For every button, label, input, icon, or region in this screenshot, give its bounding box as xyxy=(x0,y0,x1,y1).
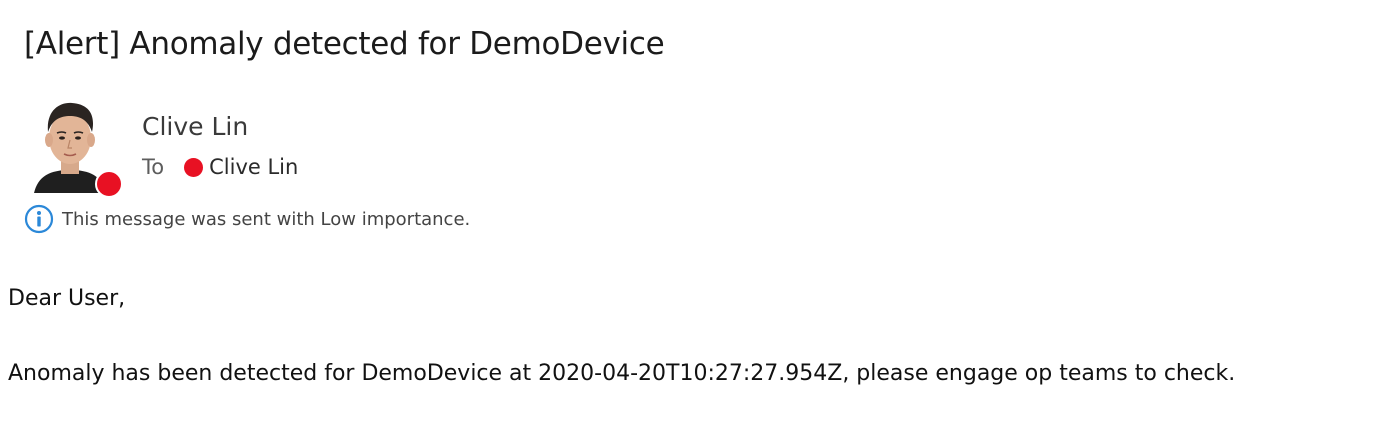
sender-name[interactable]: Clive Lin xyxy=(142,110,248,144)
email-body-message: Anomaly has been detected for DemoDevice… xyxy=(8,361,1236,386)
sender-presence-badge xyxy=(95,170,123,198)
recipient-presence-dot xyxy=(184,157,204,177)
recipient-name[interactable]: Clive Lin xyxy=(209,155,298,179)
importance-notice: This message was sent with Low importanc… xyxy=(24,202,470,236)
info-icon xyxy=(24,204,54,234)
recipients-row: To Clive Lin xyxy=(142,152,298,182)
email-subject: [Alert] Anomaly detected for DemoDevice xyxy=(24,26,665,62)
email-greeting: Dear User, xyxy=(8,286,126,311)
importance-notice-text: This message was sent with Low importanc… xyxy=(62,208,471,230)
to-label: To xyxy=(142,155,165,179)
